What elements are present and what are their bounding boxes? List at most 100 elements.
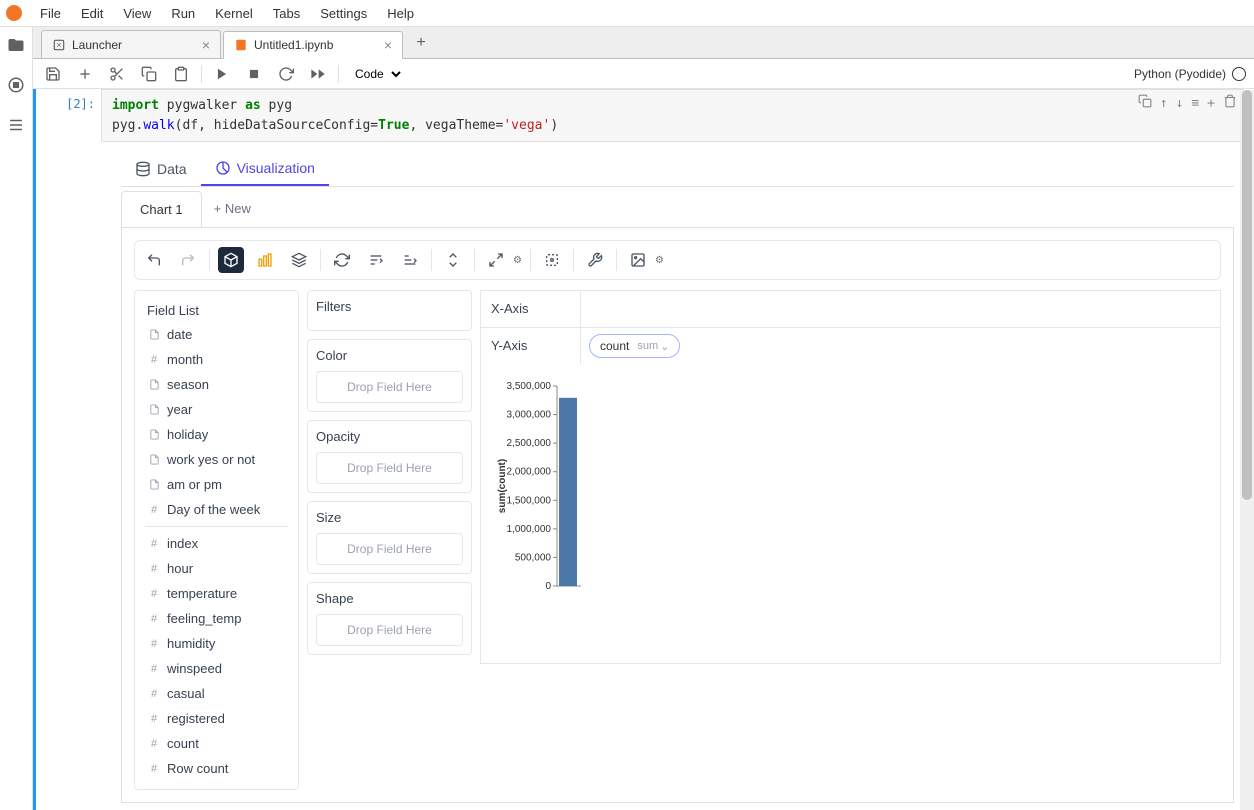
field-winspeed[interactable]: #winspeed [139, 656, 294, 681]
scrollbar-thumb[interactable] [1242, 90, 1252, 500]
doc-icon [147, 329, 161, 340]
field-month[interactable]: #month [139, 347, 294, 372]
kernel-idle-icon [1232, 67, 1246, 81]
hash-icon: # [147, 688, 161, 700]
fast-forward-icon[interactable] [306, 62, 330, 86]
field-year[interactable]: year [139, 397, 294, 422]
running-kernels-icon[interactable] [6, 75, 26, 95]
insert-below-icon[interactable]: ≡ [1191, 94, 1199, 114]
save-icon[interactable] [41, 62, 65, 86]
notebook-area: [2]: ↑ ↓ ≡ + import pygwalker as pyg pyg… [33, 89, 1254, 810]
hash-icon: # [147, 763, 161, 775]
kernel-status[interactable]: Python (Pyodide) [1134, 67, 1246, 81]
stack-icon[interactable] [286, 247, 312, 273]
field-Row-count[interactable]: #Row count [139, 756, 294, 781]
svg-text:0: 0 [545, 581, 551, 592]
folder-icon[interactable] [6, 35, 26, 55]
cell-code[interactable]: ↑ ↓ ≡ + import pygwalker as pyg pyg.walk… [101, 89, 1244, 142]
move-up-icon[interactable]: ↑ [1160, 94, 1168, 114]
menu-run[interactable]: Run [161, 2, 205, 25]
tab-visualization[interactable]: Visualization [201, 152, 329, 186]
field-season[interactable]: season [139, 372, 294, 397]
move-down-icon[interactable]: ↓ [1176, 94, 1184, 114]
cell-prompt: [2]: [36, 89, 101, 810]
run-icon[interactable] [210, 62, 234, 86]
sort-asc-icon[interactable] [363, 247, 389, 273]
code-cell[interactable]: [2]: ↑ ↓ ≡ + import pygwalker as pyg pyg… [33, 89, 1254, 810]
field-date[interactable]: date [139, 322, 294, 347]
stop-icon[interactable] [242, 62, 266, 86]
svg-text:2,000,000: 2,000,000 [507, 467, 552, 478]
activity-bar [0, 27, 33, 810]
menu-tabs[interactable]: Tabs [263, 2, 310, 25]
shelf-size[interactable]: Size Drop Field Here [307, 501, 472, 574]
hash-icon: # [147, 713, 161, 725]
tab-notebook[interactable]: Untitled1.ipynb × [223, 31, 403, 59]
field-hour[interactable]: #hour [139, 556, 294, 581]
menu-file[interactable]: File [30, 2, 71, 25]
mark-type-icon[interactable] [252, 247, 278, 273]
add-icon[interactable]: + [1207, 94, 1215, 114]
layout-icon[interactable] [483, 247, 509, 273]
cut-icon[interactable] [105, 62, 129, 86]
field-registered[interactable]: #registered [139, 706, 294, 731]
x-axis-shelf[interactable]: X-Axis [480, 290, 1221, 327]
config-icon[interactable] [582, 247, 608, 273]
toc-icon[interactable] [6, 115, 26, 135]
menu-view[interactable]: View [113, 2, 161, 25]
field-feeling_temp[interactable]: #feeling_temp [139, 606, 294, 631]
doc-icon [147, 479, 161, 490]
chevron-down-icon[interactable]: ⌄ [660, 340, 669, 353]
new-tab-button[interactable]: + [409, 31, 433, 55]
field-am-or-pm[interactable]: am or pm [139, 472, 294, 497]
cell-type-select[interactable]: Code [347, 64, 404, 84]
duplicate-icon[interactable] [1138, 94, 1152, 114]
delete-icon[interactable] [1223, 94, 1237, 114]
menu-help[interactable]: Help [377, 2, 424, 25]
add-cell-icon[interactable] [73, 62, 97, 86]
shelf-shape[interactable]: Shape Drop Field Here [307, 582, 472, 655]
tab-data[interactable]: Data [121, 152, 201, 186]
field-work-yes-or-not[interactable]: work yes or not [139, 447, 294, 472]
menu-kernel[interactable]: Kernel [205, 2, 263, 25]
vertical-scrollbar[interactable] [1240, 90, 1254, 810]
transpose-icon[interactable] [329, 247, 355, 273]
hash-icon: # [147, 588, 161, 600]
svg-text:3,000,000: 3,000,000 [507, 410, 552, 421]
axis-resize-icon[interactable] [440, 247, 466, 273]
field-index[interactable]: #index [139, 531, 294, 556]
close-icon[interactable]: × [202, 37, 210, 53]
export-icon[interactable] [625, 247, 651, 273]
geo-icon[interactable] [539, 247, 565, 273]
y-axis-shelf[interactable]: Y-Axis count sum ⌄ [480, 327, 1221, 364]
gear-icon[interactable]: ⚙ [655, 255, 664, 266]
svg-text:2,500,000: 2,500,000 [507, 438, 552, 449]
viz-toolbar: ⚙ ⚙ [134, 240, 1221, 280]
redo-icon[interactable] [175, 247, 201, 273]
chart-panel: X-Axis Y-Axis count sum ⌄ [480, 290, 1221, 790]
field-humidity[interactable]: #humidity [139, 631, 294, 656]
field-temperature[interactable]: #temperature [139, 581, 294, 606]
close-icon[interactable]: × [384, 37, 392, 53]
chart-tab-new[interactable]: + New [202, 191, 263, 227]
field-count[interactable]: #count [139, 731, 294, 756]
menu-edit[interactable]: Edit [71, 2, 113, 25]
paste-icon[interactable] [169, 62, 193, 86]
menu-settings[interactable]: Settings [310, 2, 377, 25]
chart-tab-1[interactable]: Chart 1 [121, 191, 202, 227]
shelf-color[interactable]: Color Drop Field Here [307, 339, 472, 412]
shelf-opacity[interactable]: Opacity Drop Field Here [307, 420, 472, 493]
tab-launcher[interactable]: Launcher × [41, 30, 221, 58]
gear-icon[interactable]: ⚙ [513, 255, 522, 266]
copy-icon[interactable] [137, 62, 161, 86]
field-Day-of-the-week[interactable]: #Day of the week [139, 497, 294, 522]
aggregate-icon[interactable] [218, 247, 244, 273]
undo-icon[interactable] [141, 247, 167, 273]
field-holiday[interactable]: holiday [139, 422, 294, 447]
field-pill-count[interactable]: count sum ⌄ [589, 334, 680, 358]
restart-icon[interactable] [274, 62, 298, 86]
kernel-name: Python (Pyodide) [1134, 67, 1226, 81]
shelf-filters[interactable]: Filters [307, 290, 472, 331]
field-casual[interactable]: #casual [139, 681, 294, 706]
sort-desc-icon[interactable] [397, 247, 423, 273]
